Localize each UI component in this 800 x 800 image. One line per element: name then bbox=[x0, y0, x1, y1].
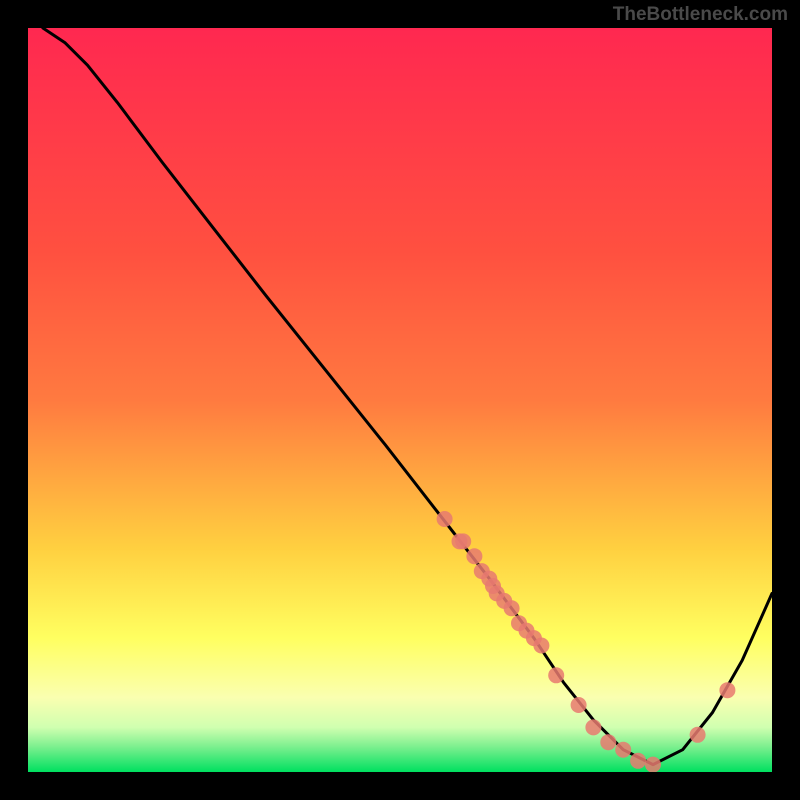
chart-container: TheBottleneck.com bbox=[0, 0, 800, 800]
watermark-text: TheBottleneck.com bbox=[613, 4, 788, 26]
chart-svg bbox=[28, 28, 772, 772]
plot-area bbox=[28, 28, 772, 772]
